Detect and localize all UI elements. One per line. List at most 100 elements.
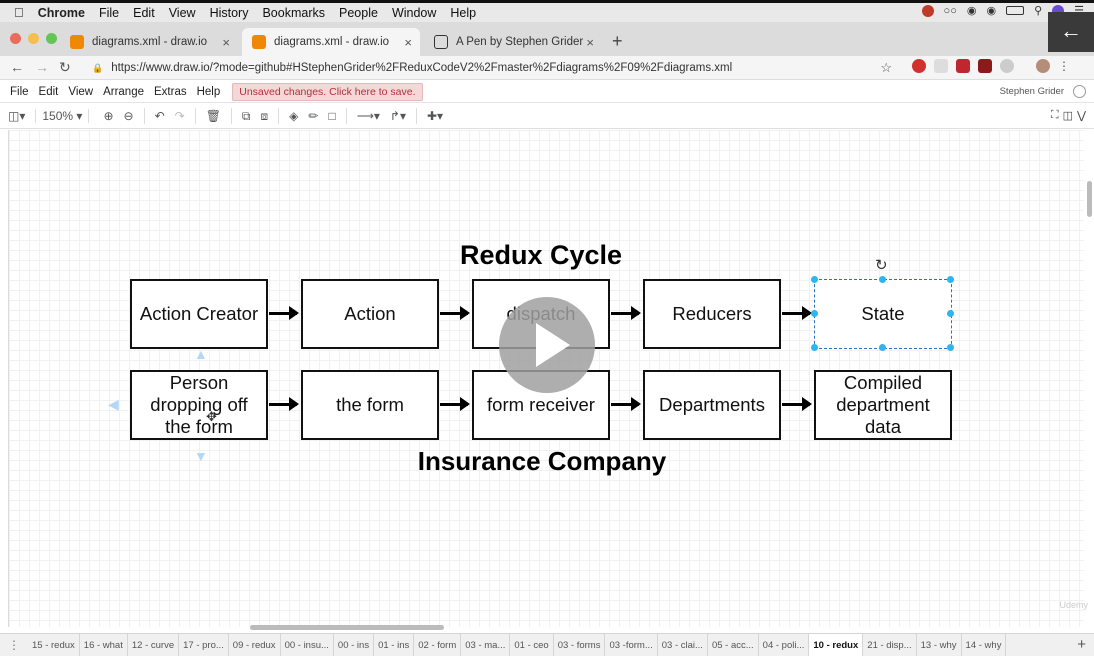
arrow-connector[interactable] [611,306,641,320]
page-tab[interactable]: 13 - why [917,633,962,656]
close-tab-icon[interactable]: × [222,35,230,50]
redo-icon[interactable]: ↷ [175,109,185,123]
page-tab[interactable]: 03 -form... [605,633,658,656]
resize-handle[interactable] [811,310,818,317]
resize-handle[interactable] [811,276,818,283]
menu-view[interactable]: View [169,6,196,20]
waypoints-icon[interactable]: ↱▾ [390,109,406,123]
extension-css-icon[interactable] [934,59,948,73]
browser-tab-drawio-1[interactable]: diagrams.xml - draw.io × [60,28,238,56]
redux-cycle-title[interactable]: Redux Cycle [441,240,641,271]
close-tab-icon[interactable]: × [404,35,412,50]
arrow-connector[interactable] [269,306,299,320]
glasses-icon[interactable]: ○○ [944,5,957,17]
box-person-dropping-off-form[interactable]: Person dropping off the form [130,370,268,440]
arrow-connector[interactable] [269,397,299,411]
wifi-icon[interactable]: ◉ [986,4,996,17]
page-tab[interactable]: 14 - why [962,633,1007,656]
apple-icon[interactable]:  [14,5,24,20]
new-tab-button[interactable]: + [612,31,623,52]
language-globe-icon[interactable] [1073,85,1086,98]
drawio-menu-arrange[interactable]: Arrange [103,86,144,98]
page-tab[interactable]: 03 - clai... [658,633,708,656]
delete-icon[interactable]: 🗑 [206,109,221,123]
rotate-handle-icon[interactable]: ↻ [875,256,888,274]
arrow-connector[interactable] [782,306,812,320]
to-back-icon[interactable]: ⧈ [261,109,269,124]
reload-icon[interactable]: ↻ [59,59,71,76]
page-tab[interactable]: 21 - disp... [863,633,917,656]
video-back-arrow-icon[interactable]: ← [1048,12,1094,52]
horizontal-scrollbar[interactable] [250,625,444,630]
menu-bookmarks[interactable]: Bookmarks [262,6,325,20]
zoom-window-button[interactable] [46,33,57,44]
box-reducers[interactable]: Reducers [643,279,781,349]
recording-icon[interactable] [921,4,934,17]
minimize-window-button[interactable] [28,33,39,44]
menu-history[interactable]: History [210,6,249,20]
vertical-scrollbar[interactable] [1087,181,1092,217]
address-bar[interactable]: 🔒 https://www.draw.io/?mode=github#HStep… [82,58,902,78]
connect-hint-down-icon[interactable]: ▼ [194,448,208,464]
bookmark-star-icon[interactable]: ☆ [880,60,892,76]
shadow-icon[interactable]: □ [328,109,335,123]
battery-icon[interactable] [1006,6,1025,15]
drawio-menu-help[interactable]: Help [197,86,221,98]
extension-ublock-icon[interactable] [978,59,992,73]
eye-icon[interactable]: ◉ [967,4,977,17]
forward-arrow-icon[interactable]: → [35,59,49,75]
close-tab-icon[interactable]: × [586,35,594,50]
arrow-connector[interactable] [611,397,641,411]
page-tab[interactable]: 16 - what [80,633,128,656]
page-tab[interactable]: 02 - form [414,633,462,656]
resize-handle[interactable] [879,276,886,283]
app-name[interactable]: Chrome [38,6,85,20]
drawio-menu-edit[interactable]: Edit [39,86,59,98]
pages-menu-icon[interactable]: ⋮ [0,638,28,652]
box-the-form[interactable]: the form [301,370,439,440]
drawio-menu-view[interactable]: View [68,86,93,98]
zoom-in-icon[interactable]: ⊕ [103,109,113,123]
arrow-connector[interactable] [782,397,812,411]
page-tab[interactable]: 12 - curve [128,633,180,656]
page-tab[interactable]: 17 - pro... [179,633,229,656]
drawio-menu-file[interactable]: File [10,86,29,98]
menu-help[interactable]: Help [450,6,476,20]
resize-handle[interactable] [947,276,954,283]
page-tab[interactable]: 01 - ceo [510,633,554,656]
page-tab[interactable]: 05 - acc... [708,633,759,656]
connect-hint-up-icon[interactable]: ▲ [194,346,208,362]
box-departments[interactable]: Departments [643,370,781,440]
box-action-creator[interactable]: Action Creator [130,279,268,349]
user-name-dropdown[interactable]: Stephen Grider [1000,86,1064,97]
back-arrow-icon[interactable]: ← [10,59,24,75]
menu-people[interactable]: People [339,6,378,20]
menu-window[interactable]: Window [392,6,436,20]
page-tab[interactable]: 15 - redux [28,633,80,656]
resize-handle[interactable] [947,310,954,317]
collapse-icon[interactable]: ⋁ [1077,109,1086,122]
arrow-connector[interactable] [440,306,470,320]
zoom-dropdown[interactable]: 150% ▾ [35,109,90,123]
to-front-icon[interactable]: ⧉ [242,109,251,124]
insurance-company-title[interactable]: Insurance Company [392,446,692,477]
arrow-connector[interactable] [440,397,470,411]
menu-file[interactable]: File [99,6,119,20]
insert-plus-icon[interactable]: ✚▾ [427,109,443,123]
page-tab[interactable]: 00 - ins [334,633,375,656]
format-panel-icon[interactable]: ◫ [1063,109,1073,122]
box-action[interactable]: Action [301,279,439,349]
close-window-button[interactable] [10,33,21,44]
search-icon[interactable]: ⚲ [1034,4,1042,17]
resize-handle[interactable] [811,344,818,351]
zoom-out-icon[interactable]: ⊖ [124,109,134,123]
connection-style-icon[interactable]: ⟶▾ [357,109,380,123]
page-tab[interactable]: 03 - ma... [461,633,511,656]
resize-handle[interactable] [947,344,954,351]
add-page-icon[interactable]: + [1077,636,1086,653]
box-state[interactable]: State [814,279,952,349]
page-tab[interactable]: 00 - insu... [281,633,334,656]
resize-handle[interactable] [879,344,886,351]
menu-edit[interactable]: Edit [133,6,155,20]
fullscreen-icon[interactable]: ⛶ [1051,109,1059,122]
